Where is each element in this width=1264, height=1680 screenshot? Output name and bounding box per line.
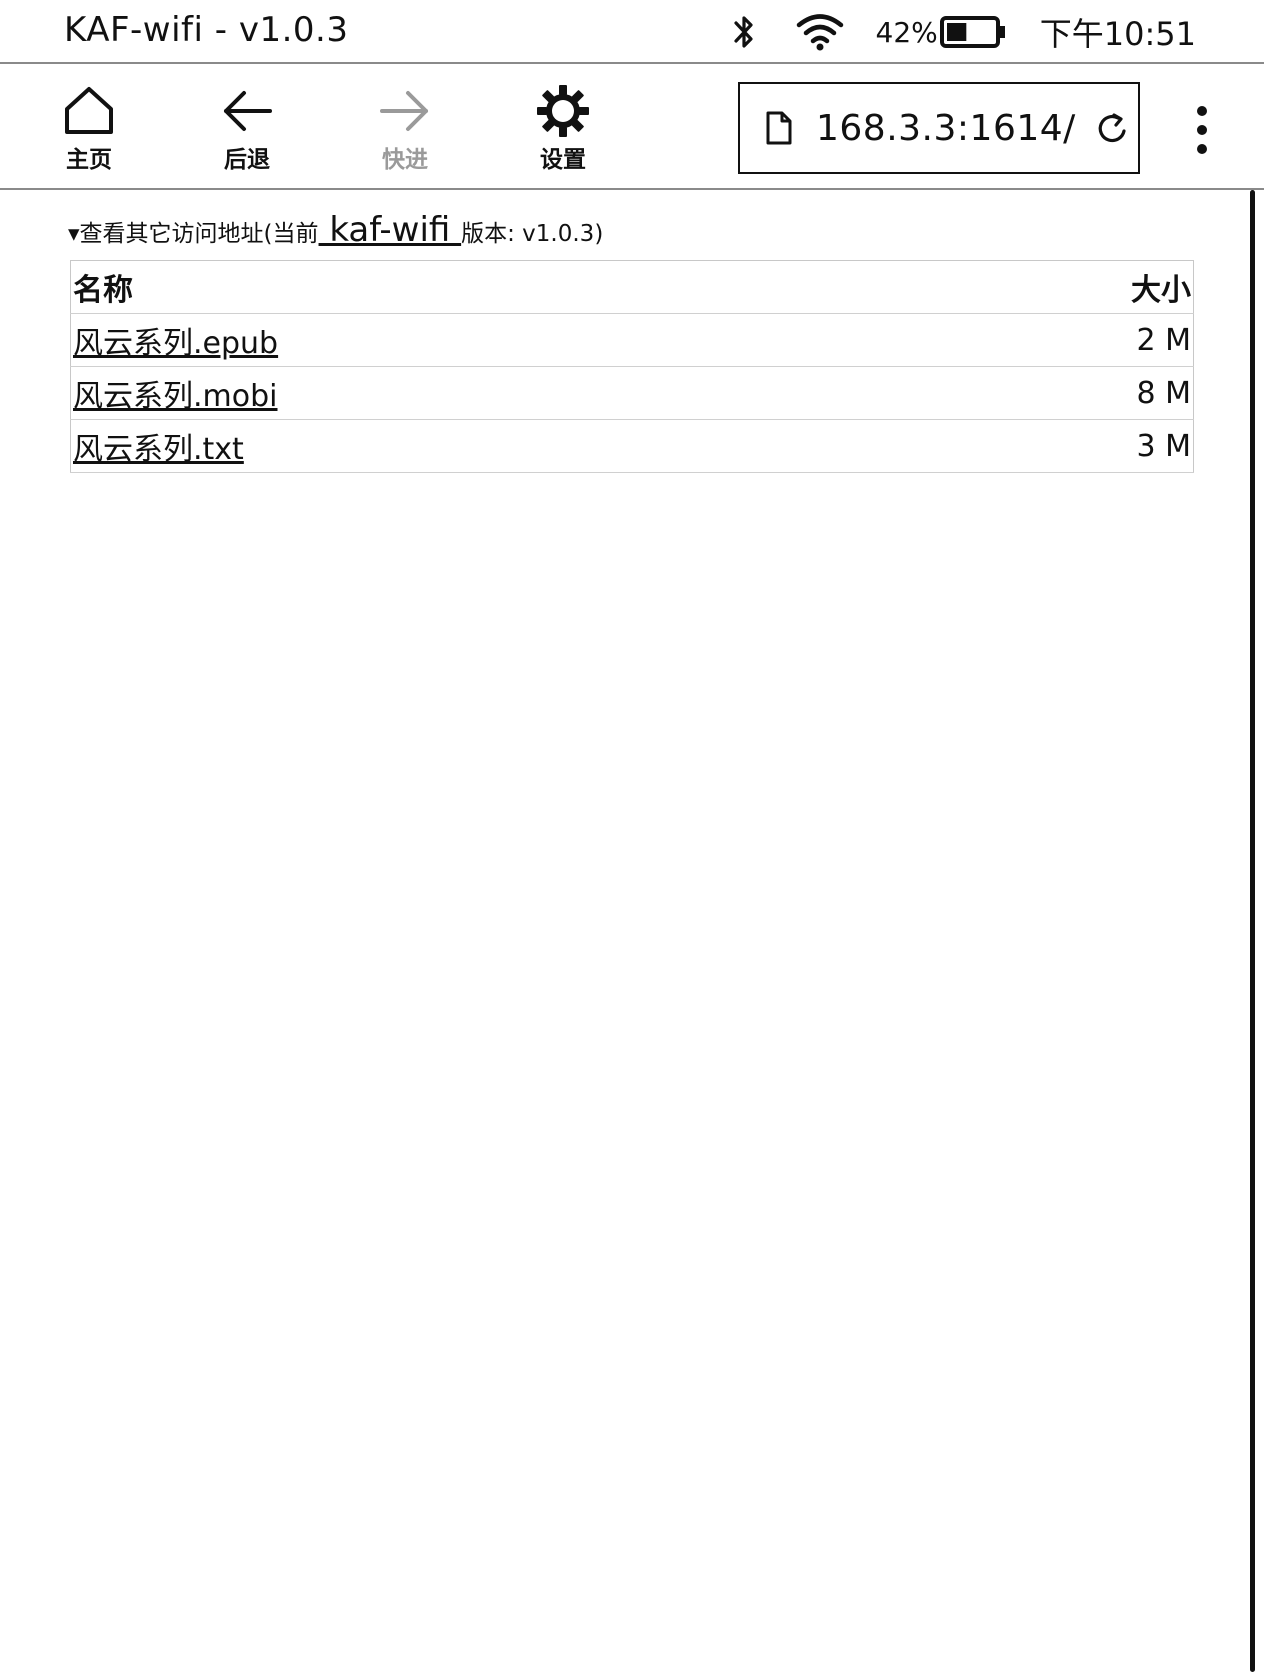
other-addresses-toggle[interactable]: ▾查看其它访问地址(当前 kaf-wifi 版本: v1.0.3) [68, 210, 603, 250]
reload-icon[interactable] [1094, 109, 1132, 147]
arrow-left-icon [224, 91, 272, 131]
table-row: 风云系列.mobi 8 M [70, 366, 1194, 420]
menu-dot [1197, 125, 1207, 135]
file-size-cell: 3 M [929, 419, 1194, 473]
forward-button[interactable]: 快进 [357, 84, 453, 176]
menu-dot [1197, 106, 1207, 116]
settings-button[interactable]: 设置 [515, 84, 611, 176]
arrow-right-icon [380, 91, 428, 131]
file-size-cell: 2 M [929, 313, 1194, 367]
table-row: 风云系列.epub 2 M [70, 313, 1194, 367]
file-name-cell: 风云系列.epub [70, 313, 930, 367]
status-bar: KAF-wifi - v1.0.3 42% 下午10:51 [0, 0, 1264, 64]
kaf-wifi-link[interactable]: kaf-wifi [319, 210, 462, 250]
page-content: ▾查看其它访问地址(当前 kaf-wifi 版本: v1.0.3) 名称 大小 … [0, 190, 1264, 1680]
table-row: 风云系列.txt 3 M [70, 419, 1194, 473]
column-header-size[interactable]: 大小 [929, 260, 1194, 314]
more-menu-icon[interactable] [1182, 102, 1222, 156]
home-icon [65, 87, 113, 134]
back-button[interactable]: 后退 [199, 84, 295, 176]
file-name-cell: 风云系列.txt [70, 419, 930, 473]
file-link[interactable]: 风云系列.mobi [73, 379, 278, 414]
forward-label: 快进 [382, 147, 428, 173]
settings-label: 设置 [540, 147, 586, 173]
browser-toolbar: 主页 后退 快进 设置 168.3.3:1614/ [0, 64, 1264, 190]
summary-prefix: ▾查看其它访问地址(当前 [68, 221, 319, 247]
page-icon [766, 111, 792, 145]
clock-time: 下午10:51 [1039, 15, 1196, 53]
file-link[interactable]: 风云系列.epub [73, 326, 278, 361]
bluetooth-icon [733, 16, 753, 48]
home-label: 主页 [66, 147, 112, 173]
vertical-scrollbar[interactable] [1250, 190, 1255, 1672]
status-indicators: 42% 下午10:51 [730, 8, 1196, 56]
battery-icon [939, 16, 1005, 48]
column-header-name[interactable]: 名称 [70, 260, 930, 314]
file-list-table: 名称 大小 风云系列.epub 2 M 风云系列.mobi 8 M 风云系列.t… [70, 260, 1194, 473]
menu-dot [1197, 144, 1207, 154]
file-link[interactable]: 风云系列.txt [73, 432, 244, 467]
file-name-cell: 风云系列.mobi [70, 366, 930, 420]
summary-suffix: 版本: v1.0.3) [461, 221, 604, 247]
app-window-title: KAF-wifi - v1.0.3 [64, 10, 349, 50]
gear-icon [537, 85, 589, 137]
wifi-icon [796, 14, 843, 51]
address-bar[interactable]: 168.3.3:1614/ [738, 82, 1140, 174]
file-size-cell: 8 M [929, 366, 1194, 420]
table-header-row: 名称 大小 [70, 260, 1194, 314]
home-button[interactable]: 主页 [41, 84, 137, 176]
back-label: 后退 [224, 147, 270, 173]
url-text[interactable]: 168.3.3:1614/ [816, 108, 1076, 149]
battery-percent: 42% [875, 15, 938, 49]
